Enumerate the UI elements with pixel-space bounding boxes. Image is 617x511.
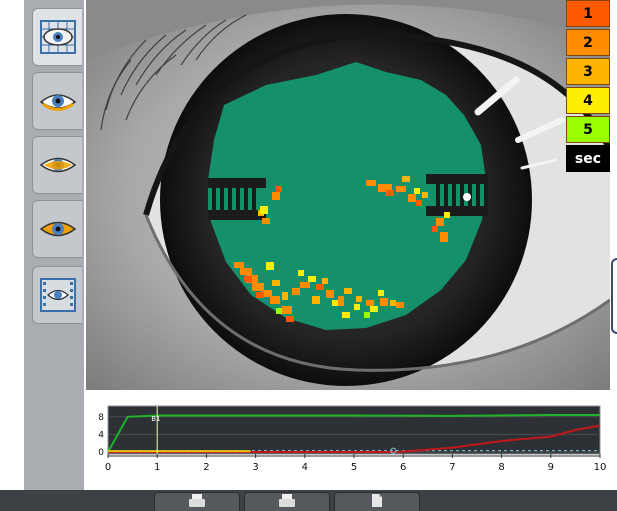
chart-x-tick-label: 2 (203, 462, 209, 473)
chart-y-tick-label: 0 (98, 448, 104, 458)
scale-level-5: 5 (566, 116, 610, 143)
chart-x-tick-label: 6 (400, 462, 406, 473)
eye-film-view-button[interactable] (32, 266, 82, 324)
eye-upper-icon (39, 94, 76, 111)
eye-middle-view-button[interactable] (32, 136, 82, 194)
chart-x-tick-label: 4 (302, 462, 308, 473)
scale-level-2: 2 (566, 29, 610, 56)
eye-lower-icon (39, 221, 76, 237)
chart-x-tick-label: 3 (252, 462, 258, 473)
chart-x-tick-label: 10 (594, 462, 607, 473)
eye-grid-view-button[interactable] (32, 8, 82, 66)
print-button-2[interactable] (244, 492, 330, 511)
chart-x-tick-label: 7 (449, 462, 455, 473)
scale-level-4: 4 (566, 87, 610, 114)
chart-x-tick-label: 1 (154, 462, 160, 473)
chart-x-tick-label: 9 (548, 462, 554, 473)
eye-grid-icon (39, 20, 76, 54)
scale-level-1: 1 (566, 0, 610, 27)
breakup-time-chart: B1 8 4 0 0 1 2 3 4 5 6 7 8 9 10 (86, 402, 610, 487)
print-button-1[interactable] (154, 492, 240, 511)
bottom-toolbar (0, 490, 617, 511)
export-button[interactable] (334, 492, 420, 511)
chart-y-tick-label: 8 (98, 413, 104, 423)
chart-y-tick-label: 4 (98, 430, 104, 440)
chart-x-tick-label: 8 (498, 462, 504, 473)
eye-image (86, 0, 610, 390)
scale-unit-label: sec (566, 145, 610, 172)
chart-marker-label: B1 (151, 415, 160, 423)
collapse-panel-handle[interactable] (611, 258, 617, 334)
tear-film-analyzer-window: 1 2 3 4 5 sec B1 8 4 0 0 1 2 3 4 5 6 7 8 9 10 (0, 0, 617, 511)
chart-plot-area (107, 405, 601, 455)
chart-x-tick-label: 0 (105, 462, 111, 473)
eye-middle-icon (39, 157, 76, 173)
right-comb-marker (426, 174, 488, 216)
left-comb-marker (208, 178, 266, 220)
eye-lower-view-button[interactable] (32, 200, 82, 258)
document-icon (372, 494, 382, 507)
eye-film-icon (39, 278, 76, 312)
eye-upper-view-button[interactable] (32, 72, 82, 130)
chart-x-tick-label: 5 (351, 462, 357, 473)
view-sidebar (24, 0, 84, 511)
eye-image-view: 1 2 3 4 5 sec (86, 0, 610, 390)
printer-icon (189, 494, 205, 507)
breakup-color-scale: 1 2 3 4 5 sec (566, 0, 610, 174)
breakup-time-chart-svg: B1 8 4 00 1 2 3 4 5 6 7 8 9 10 (98, 405, 607, 473)
scale-level-3: 3 (566, 58, 610, 85)
printer-icon (279, 494, 295, 507)
